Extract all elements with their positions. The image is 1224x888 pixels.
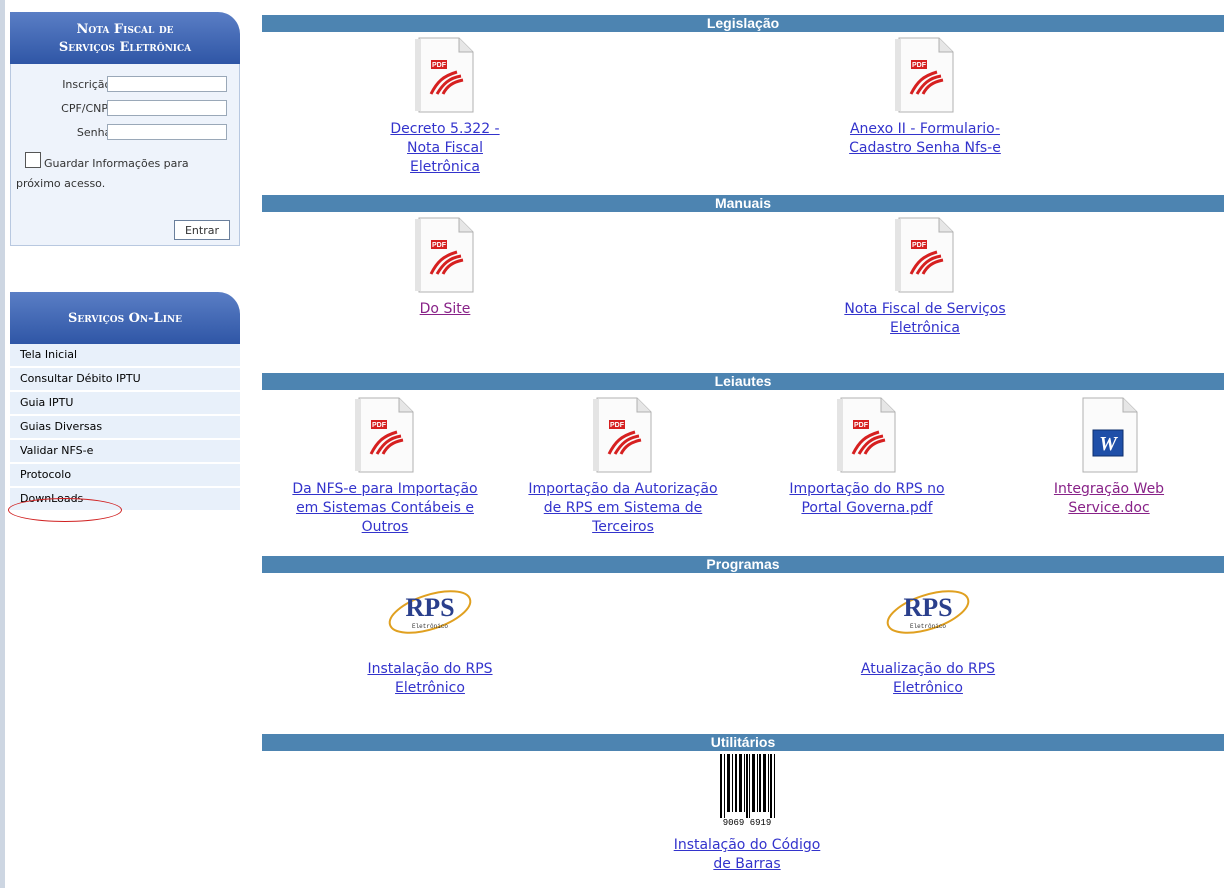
word-doc-icon[interactable] (1077, 396, 1141, 474)
section-programas-header: Programas (262, 556, 1224, 573)
download-item: Da NFS-e para Importação em Sistemas Con… (290, 396, 480, 537)
entrar-button[interactable]: Entrar (174, 220, 230, 240)
download-item: RPS Eletrônico Atualização do RPS Eletrô… (818, 584, 1038, 698)
senha-row: Senha: (11, 124, 241, 142)
services-panel-header: Serviços On-Line (10, 292, 240, 344)
services-title: Serviços On-Line (67, 311, 182, 326)
pdf-icon[interactable] (893, 216, 957, 294)
download-link[interactable]: Integração Web Service.doc (1029, 480, 1189, 518)
svg-text:RPS: RPS (903, 593, 952, 622)
login-panel-header: Nota Fiscal de Serviços Eletrônica (10, 12, 240, 64)
cpf-cnpj-input[interactable] (107, 100, 227, 116)
section-legislacao-header: Legislação (262, 15, 1224, 32)
download-item: Anexo II - Formulario-Cadastro Senha Nfs… (835, 36, 1015, 158)
download-link[interactable]: Instalação do RPS Eletrônico (340, 660, 520, 698)
left-edge-bar (0, 0, 5, 888)
svg-text:9069 6919: 9069 6919 (723, 818, 772, 828)
rps-logo-icon[interactable]: RPS Eletrônico (384, 584, 476, 646)
section-leiautes-header: Leiautes (262, 373, 1224, 390)
download-link[interactable]: Do Site (355, 300, 535, 319)
pdf-icon[interactable] (353, 396, 417, 474)
download-link[interactable]: Decreto 5.322 - Nota Fiscal Eletrônica (375, 120, 515, 177)
menu-item-downloads[interactable]: DownLoads (10, 488, 240, 512)
pdf-icon[interactable] (591, 396, 655, 474)
download-item: RPS Eletrônico Instalação do RPS Eletrôn… (340, 584, 520, 698)
section-utilitarios-header: Utilitários (262, 734, 1224, 751)
download-link[interactable]: Anexo II - Formulario-Cadastro Senha Nfs… (845, 120, 1005, 158)
pdf-icon[interactable] (413, 216, 477, 294)
svg-text:Eletrônico: Eletrônico (910, 623, 946, 630)
rps-logo-icon[interactable]: RPS Eletrônico (882, 584, 974, 646)
download-item: Importação do RPS no Portal Governa.pdf (772, 396, 962, 518)
download-item: 9069 6919 Instalação do Código de Barras (652, 752, 842, 874)
download-item: Do Site (355, 216, 535, 319)
download-item: Importação da Autorização de RPS em Sist… (528, 396, 718, 537)
download-link[interactable]: Atualização do RPS Eletrônico (833, 660, 1023, 698)
inscricao-row: Inscrição: (11, 76, 241, 94)
svg-text:Eletrônico: Eletrônico (412, 623, 448, 630)
menu-item-guia-iptu[interactable]: Guia IPTU (10, 392, 240, 416)
download-item: Decreto 5.322 - Nota Fiscal Eletrônica (355, 36, 535, 177)
download-link[interactable]: Da NFS-e para Importação em Sistemas Con… (290, 480, 480, 537)
pdf-icon[interactable] (893, 36, 957, 114)
download-link[interactable]: Nota Fiscal de Serviços Eletrônica (840, 300, 1010, 338)
svg-text:RPS: RPS (405, 593, 454, 622)
login-title-line2: Serviços Eletrônica (58, 40, 192, 55)
download-link[interactable]: Importação do RPS no Portal Governa.pdf (777, 480, 957, 518)
inscricao-input[interactable] (107, 76, 227, 92)
section-manuais-header: Manuais (262, 195, 1224, 212)
download-item: Integração Web Service.doc (1014, 396, 1204, 518)
menu-item-validar-nfse[interactable]: Validar NFS-e (10, 440, 240, 464)
login-title-line1: Nota Fiscal de (76, 22, 174, 37)
pdf-icon[interactable] (835, 396, 899, 474)
pdf-icon[interactable] (413, 36, 477, 114)
download-item: Nota Fiscal de Serviços Eletrônica (835, 216, 1015, 338)
remember-label: Guardar Informações para próximo acesso. (16, 157, 189, 190)
cpf-row: CPF/CNPJ: (11, 100, 241, 118)
menu-item-tela-inicial[interactable]: Tela Inicial (10, 344, 240, 368)
menu-item-protocolo[interactable]: Protocolo (10, 464, 240, 488)
senha-input[interactable] (107, 124, 227, 140)
download-link[interactable]: Importação da Autorização de RPS em Sist… (528, 480, 718, 537)
menu-item-guias-diversas[interactable]: Guias Diversas (10, 416, 240, 440)
download-link[interactable]: Instalação do Código de Barras (672, 836, 822, 874)
login-panel: Inscrição: CPF/CNPJ: Senha: Guardar Info… (10, 64, 240, 246)
menu-item-consultar-debito-iptu[interactable]: Consultar Débito IPTU (10, 368, 240, 392)
services-menu: Tela Inicial Consultar Débito IPTU Guia … (10, 344, 240, 512)
barcode-icon[interactable]: 9069 6919 (716, 752, 778, 830)
